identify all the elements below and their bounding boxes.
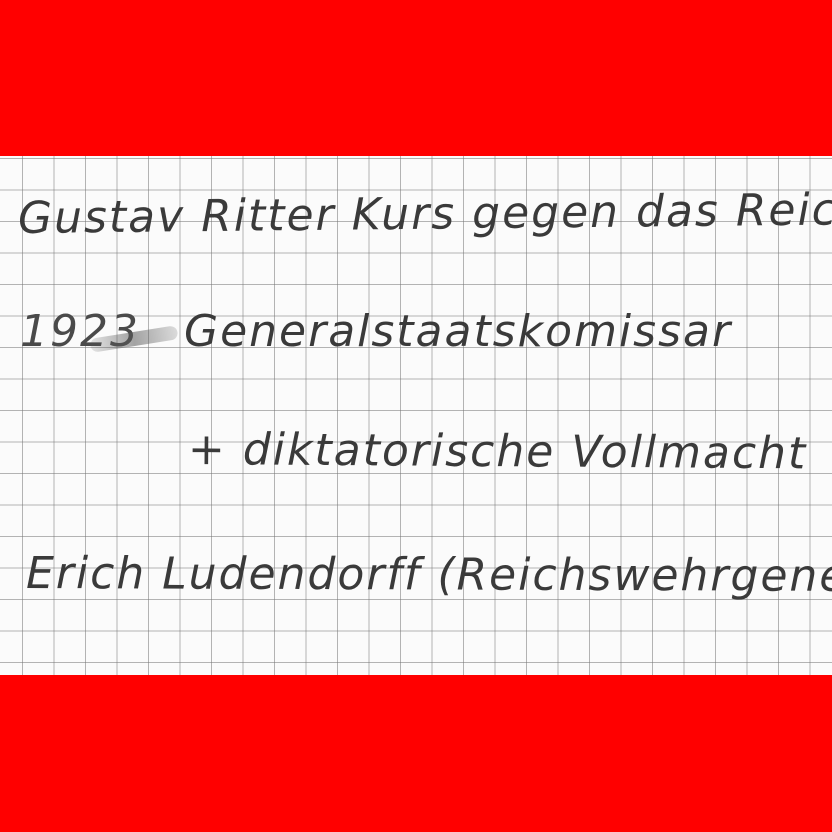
red-band-top	[0, 0, 832, 156]
note-line-4: Erich Ludendorff (Reichswehrgenerdl	[25, 548, 832, 603]
note-line-2-text: Generalstaatskomissar	[183, 306, 733, 357]
grid-paper-note: Gustav Ritter Kurs gegen das Reich 1923 G…	[0, 156, 832, 675]
note-line-1: Gustav Ritter Kurs gegen das Reich	[17, 184, 832, 244]
note-line-2: 1923 Generalstaatskomissar	[20, 306, 732, 357]
red-band-bottom	[0, 675, 832, 832]
note-line-3: + diktatorische Vollmacht	[187, 424, 808, 480]
note-year: 1923	[20, 306, 140, 357]
image-frame: Gustav Ritter Kurs gegen das Reich 1923 G…	[0, 0, 832, 832]
